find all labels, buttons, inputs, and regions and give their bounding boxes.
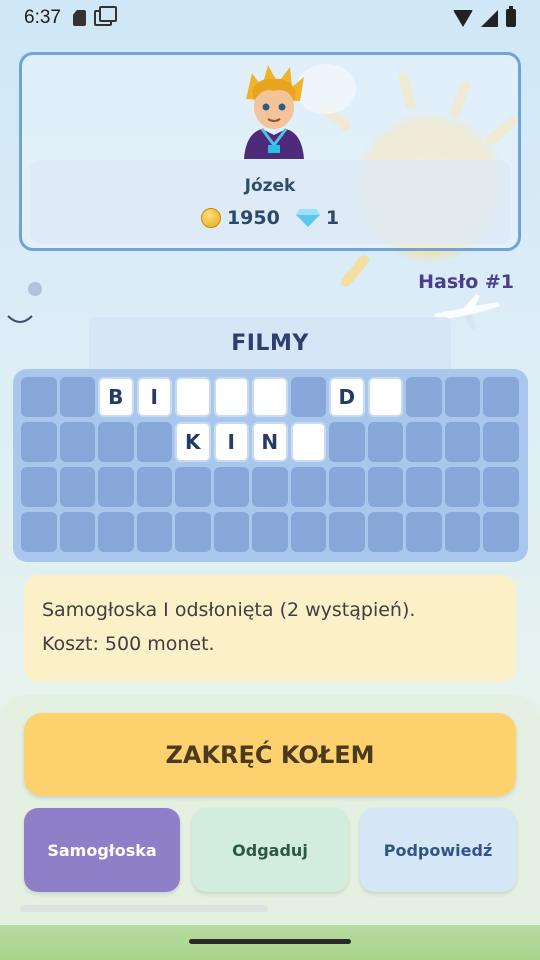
empty-tile bbox=[98, 422, 134, 462]
empty-tile bbox=[175, 512, 211, 552]
empty-tile bbox=[59, 422, 95, 462]
currency-row: 1950 1 bbox=[30, 207, 510, 229]
empty-tile bbox=[406, 467, 442, 507]
letter-tile: N bbox=[252, 422, 288, 462]
cell-signal-icon bbox=[481, 9, 498, 27]
hint-line-1: Samogłoska I odsłonięta (2 wystąpień). bbox=[42, 599, 416, 621]
empty-tile bbox=[483, 467, 519, 507]
empty-tile bbox=[483, 377, 519, 417]
coin-icon bbox=[200, 208, 221, 228]
dot-decoration bbox=[28, 282, 42, 296]
letter-tile: K bbox=[175, 422, 211, 462]
empty-tile bbox=[444, 422, 480, 462]
empty-tile bbox=[252, 467, 288, 507]
empty-tile bbox=[367, 422, 403, 462]
empty-tile bbox=[290, 467, 326, 507]
empty-tile bbox=[444, 467, 480, 507]
letter-tile: I bbox=[136, 377, 172, 417]
letter-tile bbox=[290, 422, 326, 462]
empty-tile bbox=[59, 467, 95, 507]
battery-icon bbox=[506, 6, 516, 27]
buy-vowel-button[interactable]: Samogłoska bbox=[24, 808, 180, 892]
letter-tile: I bbox=[213, 422, 249, 462]
empty-tile bbox=[136, 467, 172, 507]
empty-tile bbox=[444, 377, 480, 417]
empty-tile bbox=[483, 512, 519, 552]
puzzle-board: BIDKIN bbox=[13, 369, 528, 562]
diamond-icon bbox=[295, 209, 320, 227]
progress-track bbox=[20, 905, 268, 912]
empty-tile bbox=[21, 422, 57, 462]
empty-tile bbox=[329, 422, 365, 462]
empty-tile bbox=[59, 512, 95, 552]
empty-tile bbox=[21, 467, 57, 507]
empty-tile bbox=[290, 512, 326, 552]
letter-tile bbox=[175, 377, 211, 417]
hint-button[interactable]: Podpowiedź bbox=[360, 808, 516, 892]
empty-tile bbox=[444, 512, 480, 552]
empty-tile bbox=[21, 512, 57, 552]
player-name: Józek bbox=[244, 176, 296, 196]
puzzle-number: Hasło #1 bbox=[418, 271, 514, 293]
letter-tile bbox=[213, 377, 249, 417]
hint-line-2: Koszt: 500 monet. bbox=[42, 633, 215, 655]
coin-count: 1950 bbox=[226, 207, 280, 229]
empty-tile bbox=[406, 377, 442, 417]
empty-tile bbox=[59, 377, 95, 417]
player-avatar bbox=[244, 65, 304, 159]
category-label: FILMY bbox=[89, 317, 451, 369]
letter-tile bbox=[252, 377, 288, 417]
empty-tile bbox=[406, 512, 442, 552]
status-bar: 6:37 bbox=[0, 0, 540, 36]
empty-tile bbox=[213, 512, 249, 552]
empty-tile bbox=[213, 467, 249, 507]
profile-card: Józek 1950 1 bbox=[19, 52, 521, 251]
empty-tile bbox=[329, 512, 365, 552]
gem-count: 1 bbox=[325, 207, 340, 229]
empty-tile bbox=[252, 512, 288, 552]
empty-tile bbox=[483, 422, 519, 462]
letter-tile: B bbox=[98, 377, 134, 417]
status-time: 6:37 bbox=[24, 7, 61, 28]
empty-tile bbox=[367, 512, 403, 552]
empty-tile bbox=[98, 512, 134, 552]
empty-tile bbox=[290, 377, 326, 417]
empty-tile bbox=[21, 377, 57, 417]
empty-tile bbox=[175, 467, 211, 507]
hint-message: Samogłoska I odsłonięta (2 wystąpień). K… bbox=[24, 575, 516, 682]
wifi-icon bbox=[453, 9, 473, 27]
profile-info: Józek 1950 1 bbox=[30, 160, 510, 244]
sun-ray-decoration bbox=[338, 253, 372, 289]
empty-tile bbox=[329, 467, 365, 507]
empty-tile bbox=[136, 512, 172, 552]
smile-decoration bbox=[7, 315, 33, 323]
guess-button[interactable]: Odgaduj bbox=[192, 808, 348, 892]
empty-tile bbox=[98, 467, 134, 507]
empty-tile bbox=[406, 422, 442, 462]
empty-tile bbox=[367, 467, 403, 507]
home-indicator[interactable] bbox=[189, 939, 351, 944]
empty-tile bbox=[136, 422, 172, 462]
spin-wheel-button[interactable]: ZAKRĘĆ KOŁEM bbox=[24, 713, 516, 796]
letter-tile: D bbox=[329, 377, 365, 417]
screen-record-icon bbox=[93, 6, 117, 26]
letter-tile bbox=[367, 377, 403, 417]
sd-card-icon bbox=[72, 10, 86, 26]
